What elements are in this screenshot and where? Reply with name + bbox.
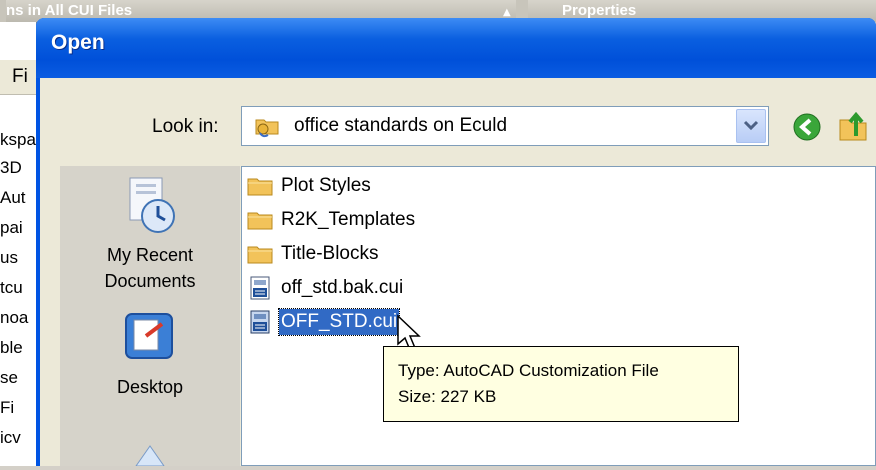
places-bar: My Recent Documents Desktop bbox=[60, 166, 240, 467]
folder-icon bbox=[247, 246, 273, 264]
file-name: Plot Styles bbox=[281, 175, 371, 196]
file-name: Title-Blocks bbox=[281, 243, 379, 264]
tree-item[interactable]: se bbox=[0, 368, 36, 388]
file-name: OFF_STD.cui bbox=[277, 308, 401, 336]
file-info-tooltip: Type: AutoCAD Customization File Size: 2… bbox=[383, 346, 739, 422]
dialog-title: Open bbox=[51, 31, 105, 54]
background-menu-bar[interactable]: Fi bbox=[0, 60, 36, 95]
tooltip-type: Type: AutoCAD Customization File bbox=[398, 361, 659, 380]
tree-item[interactable]: noa bbox=[0, 308, 36, 328]
cui-file-icon bbox=[250, 276, 270, 300]
collapse-arrow-icon[interactable]: ▲ bbox=[503, 7, 511, 18]
folder-icon bbox=[247, 178, 273, 196]
up-folder-icon[interactable] bbox=[836, 108, 872, 144]
place-my-documents[interactable] bbox=[60, 436, 240, 470]
back-arrow-icon[interactable] bbox=[792, 112, 822, 142]
look-in-value: office standards on Eculd bbox=[294, 115, 508, 136]
tree-item[interactable]: 3D bbox=[0, 158, 36, 178]
cui-file-icon bbox=[250, 310, 270, 334]
dialog-titlebar[interactable]: Open bbox=[36, 18, 876, 78]
place-my-recent-documents[interactable]: My Recent Documents bbox=[60, 174, 240, 294]
place-desktop[interactable]: Desktop bbox=[60, 308, 240, 400]
tree-item[interactable]: pai bbox=[0, 218, 36, 238]
file-name: off_std.bak.cui bbox=[281, 277, 404, 298]
dropdown-arrow-button[interactable] bbox=[736, 109, 766, 143]
tree-item[interactable]: Aut bbox=[0, 188, 36, 208]
tree-item[interactable]: icv bbox=[0, 428, 36, 448]
place-label: Documents bbox=[104, 271, 196, 291]
tree-item[interactable]: ble bbox=[0, 338, 36, 358]
chevron-down-icon bbox=[743, 120, 759, 131]
file-name: R2K_Templates bbox=[281, 209, 416, 230]
tooltip-size: Size: 227 KB bbox=[398, 387, 497, 406]
look-in-label: Look in: bbox=[152, 116, 219, 137]
folder-icon bbox=[247, 212, 273, 230]
tree-item[interactable]: us bbox=[0, 248, 36, 268]
network-folder-icon bbox=[255, 119, 279, 138]
tree-item[interactable]: kspa bbox=[0, 130, 36, 150]
recent-documents-icon bbox=[129, 177, 175, 233]
background-tree-panel: Fi kspa 3D Aut pai us tcu noa ble se Fi … bbox=[0, 22, 37, 466]
desktop-icon bbox=[125, 313, 173, 359]
place-label: Desktop bbox=[116, 377, 184, 397]
tree-item[interactable]: Fi bbox=[0, 398, 36, 418]
menu-item-file[interactable]: Fi bbox=[12, 66, 28, 88]
look-in-dropdown[interactable]: office standards on Eculd bbox=[241, 106, 769, 146]
place-label: My Recent bbox=[106, 245, 194, 265]
my-documents-icon bbox=[135, 445, 165, 467]
tree-item[interactable]: tcu bbox=[0, 278, 36, 298]
